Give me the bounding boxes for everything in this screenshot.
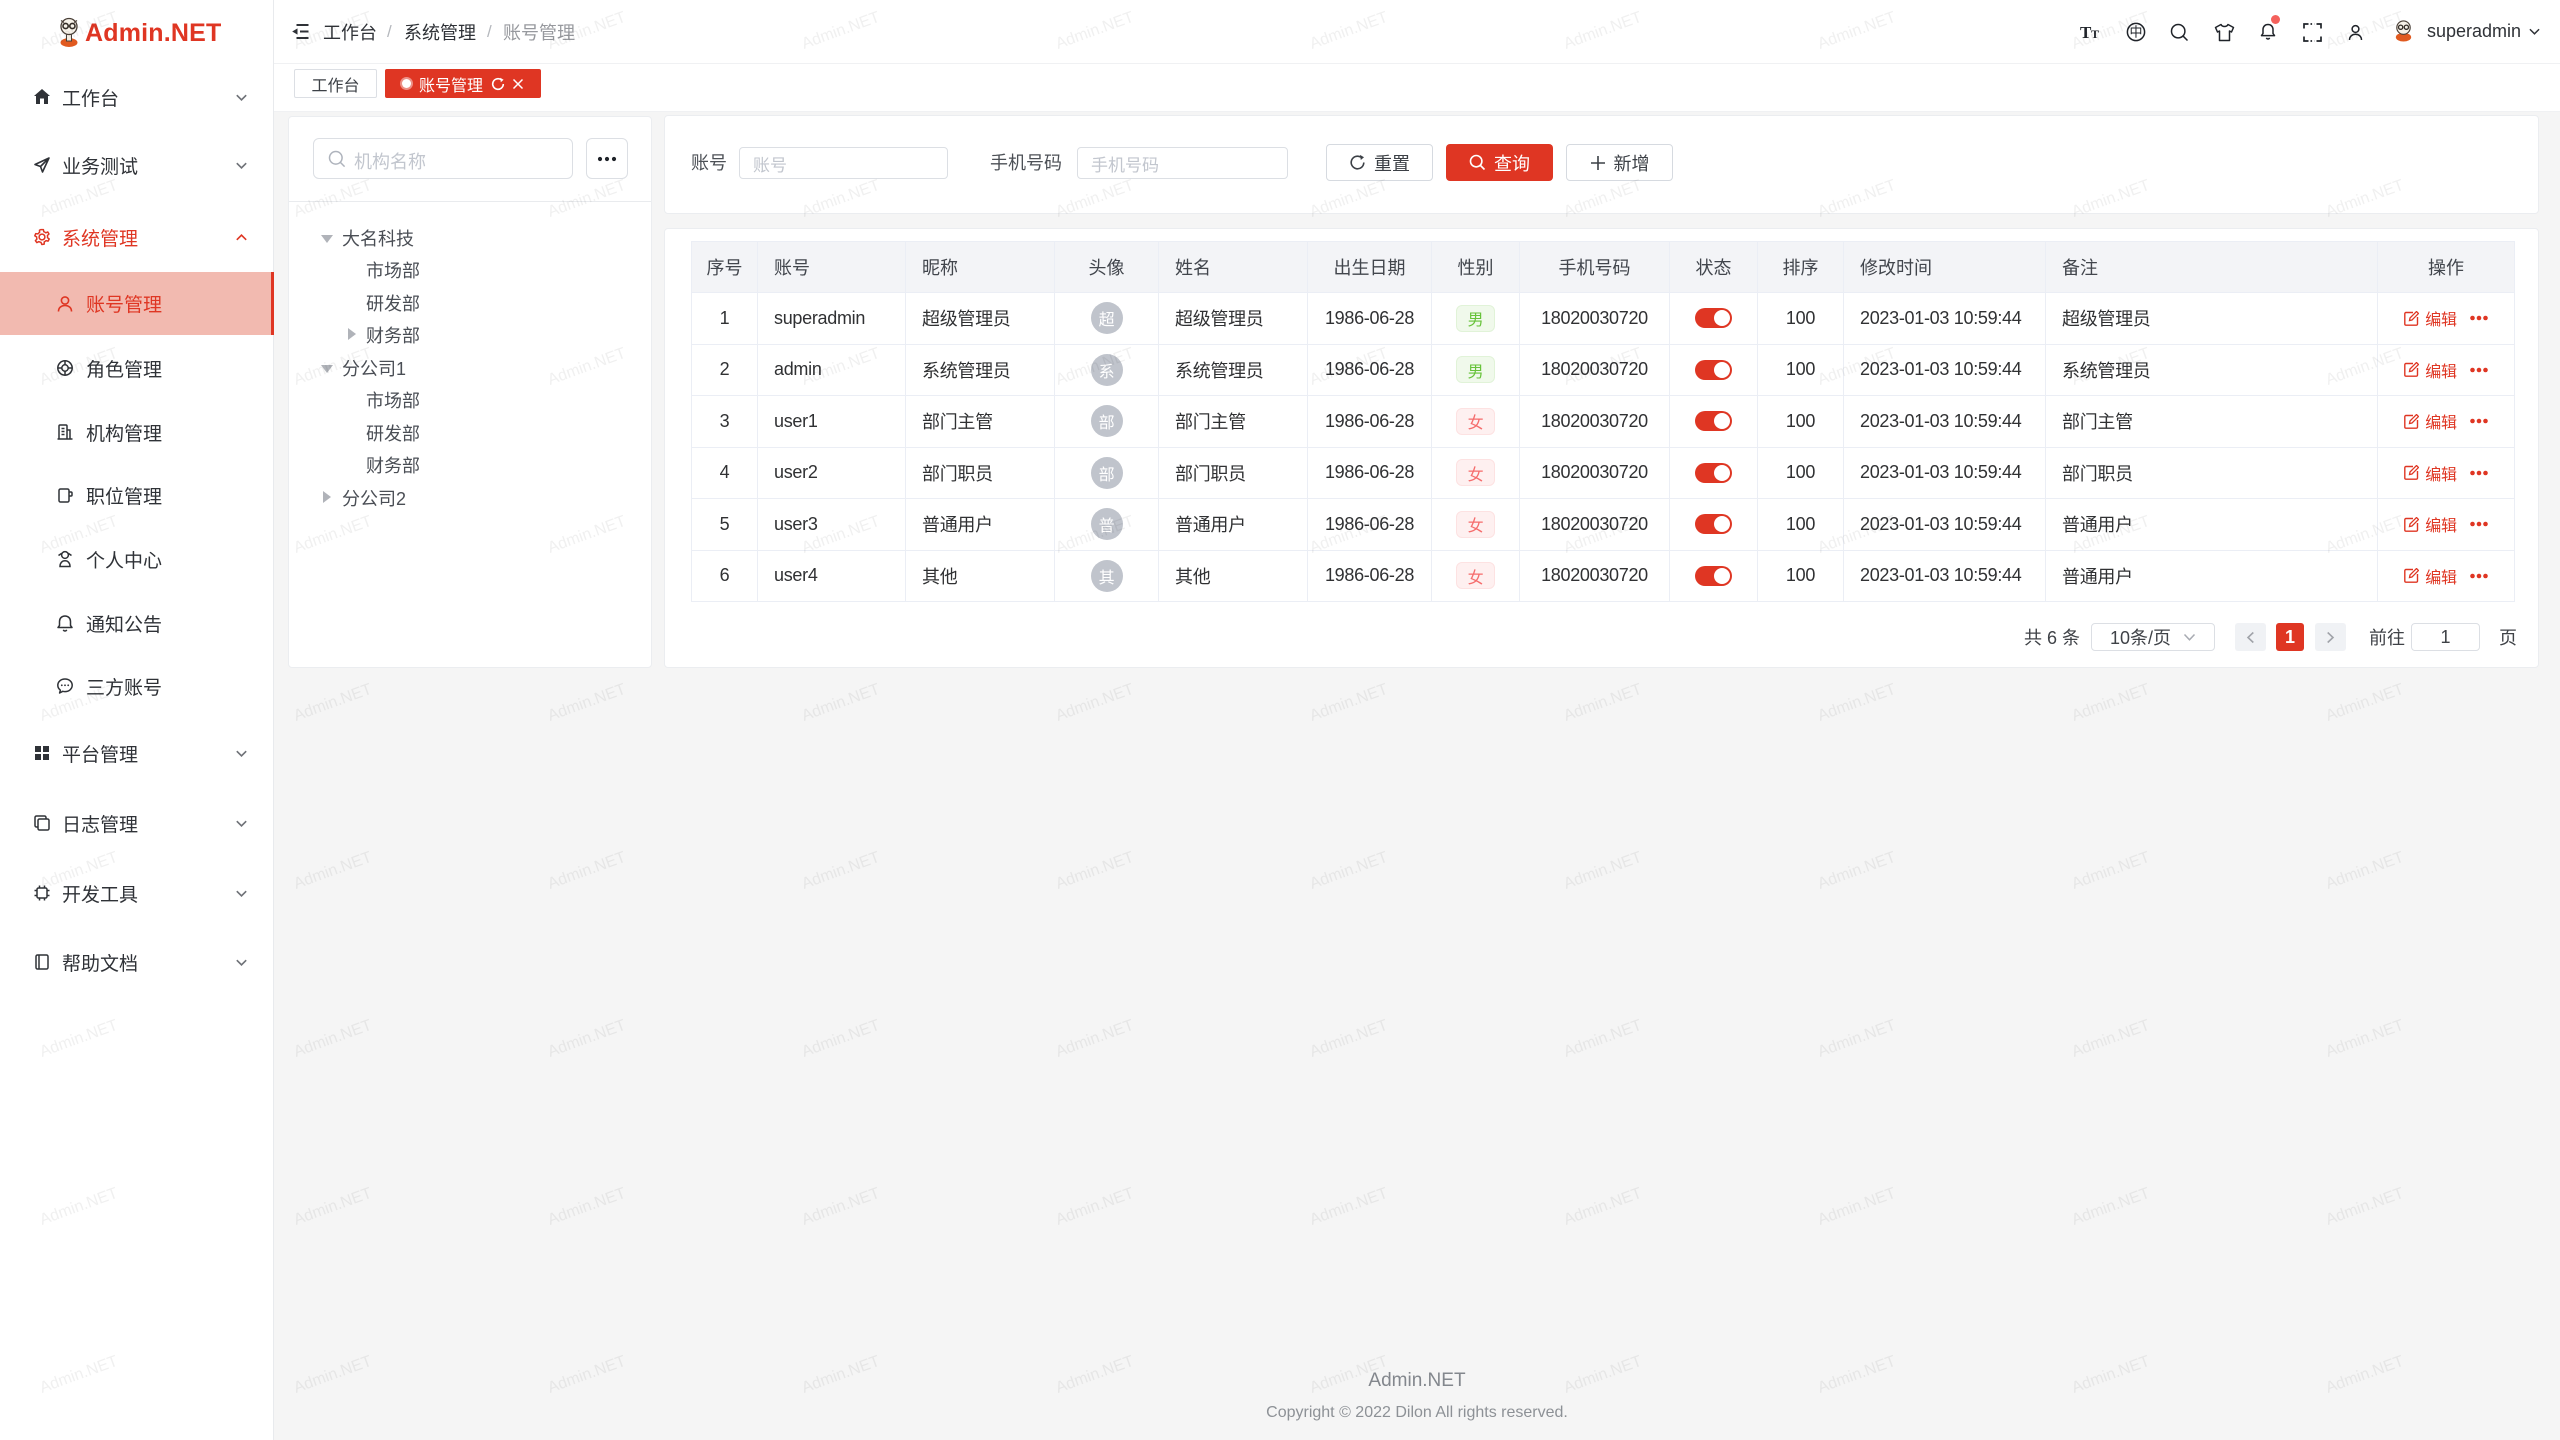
svg-text:中: 中 <box>2129 25 2142 40</box>
svg-text:T: T <box>2091 27 2099 41</box>
